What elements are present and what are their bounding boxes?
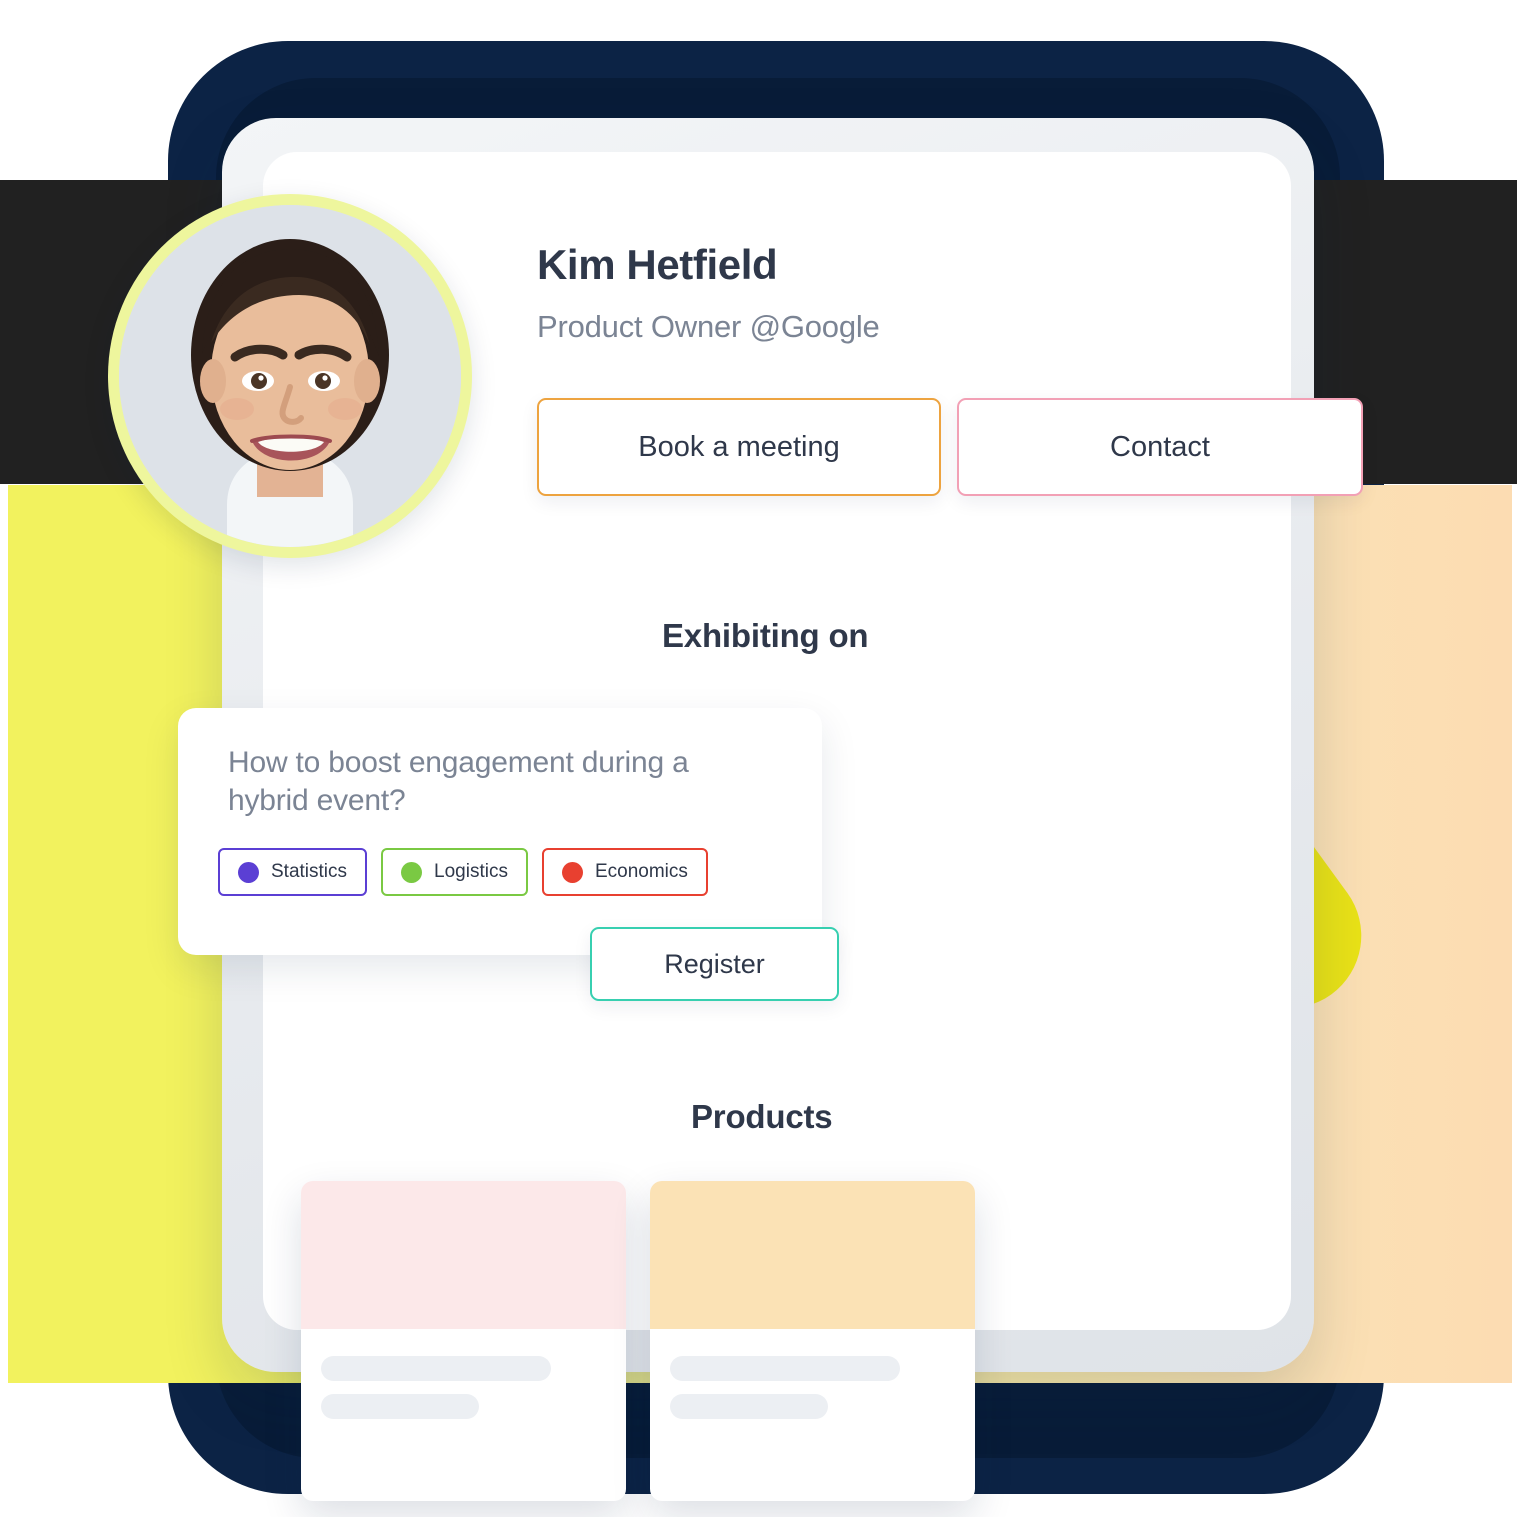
contact-button[interactable]: Contact	[957, 398, 1363, 496]
product-title-skeleton	[321, 1356, 551, 1381]
book-a-meeting-button[interactable]: Book a meeting	[537, 398, 941, 496]
product-card[interactable]	[650, 1181, 975, 1501]
tag-dot-icon	[561, 861, 583, 883]
profile-name: Kim Hetfield	[537, 241, 778, 288]
product-subtitle-skeleton	[321, 1394, 479, 1419]
profile-role: Product Owner @Google	[537, 309, 880, 344]
products-heading: Products	[691, 1098, 833, 1135]
product-subtitle-skeleton	[670, 1394, 828, 1419]
tag-dot-icon	[238, 861, 259, 883]
promo-illustration: Kim Hetfield Product Owner @Google Book …	[0, 0, 1517, 1517]
register-button[interactable]: Register	[590, 927, 839, 1001]
avatar	[108, 194, 472, 558]
avatar-photo	[119, 205, 461, 547]
tag-statistics[interactable]: Statistics	[218, 848, 368, 896]
exhibiting-on-heading: Exhibiting on	[662, 617, 869, 654]
tag-label: Statistics	[271, 861, 348, 882]
product-card[interactable]	[301, 1181, 626, 1501]
session-tag-list: Statistics Logistics Economics	[218, 848, 708, 896]
tag-economics[interactable]: Economics	[541, 848, 708, 896]
session-card[interactable]: How to boost engagement during a hybrid …	[178, 708, 822, 955]
tag-label: Logistics	[434, 861, 508, 882]
tag-label: Economics	[594, 861, 688, 882]
tag-logistics[interactable]: Logistics	[381, 848, 528, 896]
product-image-placeholder	[650, 1181, 975, 1329]
session-question: How to boost engagement during a hybrid …	[228, 746, 689, 817]
tag-dot-icon	[401, 861, 423, 883]
product-title-skeleton	[670, 1356, 900, 1381]
product-image-placeholder	[301, 1181, 626, 1329]
